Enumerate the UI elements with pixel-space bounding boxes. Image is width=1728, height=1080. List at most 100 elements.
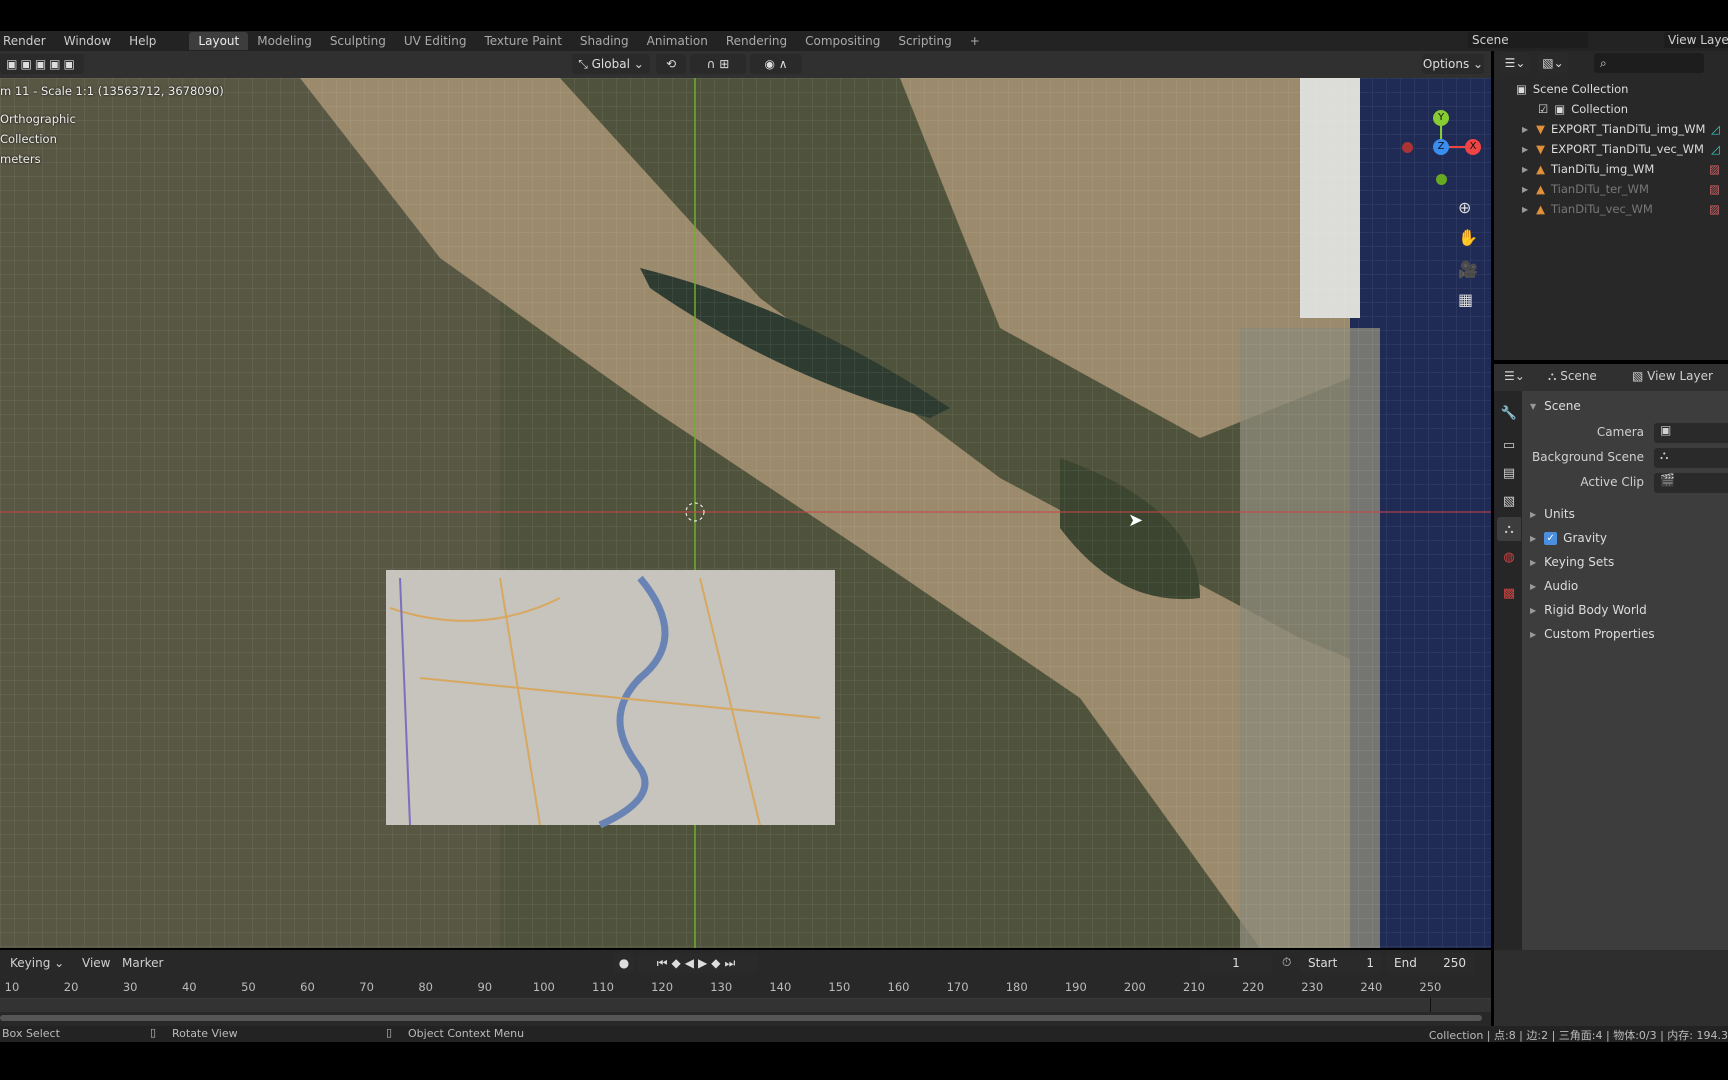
stopwatch-icon[interactable]: ⏱	[1282, 955, 1291, 970]
frame-tick-label: 80	[418, 980, 434, 994]
viewport-header: ▣▣▣▣▣ ⤡ Global ⌄ ⟲ ∩ ⊞ ◉ ∧ Options ⌄	[0, 51, 1491, 78]
image-object-icon: ▲	[1536, 182, 1546, 196]
world-tab-icon[interactable]: ◍	[1497, 545, 1521, 569]
view-menu[interactable]: View	[82, 956, 110, 970]
expand-arrow-icon[interactable]: ▶	[1522, 145, 1528, 154]
menu-help[interactable]: Help	[120, 34, 165, 48]
panel-keying-sets[interactable]: ▶ Keying Sets	[1530, 551, 1614, 573]
clip-icon-field[interactable]: 🎬	[1654, 473, 1728, 493]
frame-tick-label: 220	[1242, 980, 1265, 994]
expand-arrow-icon[interactable]: ▶	[1522, 125, 1528, 134]
scene-tab-icon[interactable]: ⛬	[1497, 517, 1521, 541]
workspace-tab-compositing[interactable]: Compositing	[796, 32, 889, 50]
frame-tick-label: 120	[651, 980, 674, 994]
panel-rigid-body-world[interactable]: ▶ Rigid Body World	[1530, 599, 1647, 621]
workspace-tab-modeling[interactable]: Modeling	[248, 32, 321, 50]
view-layer-tab[interactable]: ▧ View Layer	[1632, 369, 1713, 383]
camera-icon-field[interactable]: ▣	[1654, 423, 1728, 443]
frame-tick-label: 30	[122, 980, 138, 994]
outliner-item[interactable]: ▶ ▼ EXPORT_TianDiTu_img_WM ◿	[1494, 119, 1728, 139]
options-dropdown[interactable]: Options ⌄	[1422, 54, 1484, 74]
workspace-tab-rendering[interactable]: Rendering	[717, 32, 796, 50]
zoom-icon[interactable]: ⊕	[1458, 198, 1471, 217]
current-frame-field[interactable]: 1	[1200, 953, 1272, 973]
timeline-scrollbar[interactable]	[0, 1015, 1482, 1021]
mesh-data-icon[interactable]: ◿	[1711, 122, 1720, 136]
texture-tab-icon[interactable]: ▩	[1497, 581, 1521, 605]
display-mode-dropdown[interactable]: ☰⌄	[1500, 53, 1530, 73]
workspace-tab-layout[interactable]: Layout	[189, 32, 249, 50]
scene-selector[interactable]: Scene	[1468, 32, 1588, 48]
checkbox-icon[interactable]: ☑	[1538, 102, 1548, 116]
record-button[interactable]: ●	[614, 953, 634, 973]
frame-tick-label: 90	[477, 980, 493, 994]
scene-panel-header[interactable]: ▼ Scene	[1530, 395, 1581, 417]
pivot-dropdown[interactable]: ⟲	[656, 54, 686, 74]
playback-controls[interactable]: ⏮◆◀▶◆⏭	[638, 953, 758, 973]
expand-arrow-icon[interactable]: ▶	[1522, 205, 1528, 214]
image-data-icon[interactable]: ▨	[1709, 162, 1720, 176]
menu-window[interactable]: Window	[55, 34, 120, 48]
render-tab-icon[interactable]: ▭	[1497, 433, 1521, 457]
image-data-icon[interactable]: ▨	[1709, 182, 1720, 196]
select-mode-buttons[interactable]: ▣▣▣▣▣	[0, 54, 84, 74]
workspace-tab--[interactable]: +	[961, 32, 989, 50]
tool-tab-icon[interactable]: 🔧	[1497, 401, 1521, 425]
collection-icon: ▣	[1554, 102, 1566, 116]
expand-arrow-icon[interactable]: ▶	[1522, 165, 1528, 174]
frame-tick-label: 210	[1183, 980, 1205, 994]
filter-dropdown[interactable]: ▧⌄	[1538, 53, 1568, 73]
outliner-item[interactable]: ▶ ▼ EXPORT_TianDiTu_vec_WM ◿	[1494, 139, 1728, 159]
outliner-collection[interactable]: ☑ ▣ Collection	[1494, 99, 1728, 119]
workspace-tab-sculpting[interactable]: Sculpting	[321, 32, 395, 50]
timeline: Keying ⌄ View Marker ● ⏮◆◀▶◆⏭ 1 ⏱ Start 1…	[0, 950, 1491, 1026]
view-layer-selector[interactable]: View Layer	[1664, 32, 1728, 48]
mesh-data-icon[interactable]: ◿	[1711, 142, 1720, 156]
panel-custom-properties[interactable]: ▶ Custom Properties	[1530, 623, 1655, 645]
marker-menu[interactable]: Marker	[122, 956, 163, 970]
outliner-item[interactable]: ▶ ▲ TianDiTu_img_WM ▨	[1494, 159, 1728, 179]
checkbox-icon[interactable]: ✓	[1544, 531, 1558, 545]
status-bar: Box Select ▯ Rotate View ▯ Object Contex…	[0, 1026, 1728, 1042]
end-frame-field[interactable]: End 250	[1386, 953, 1474, 973]
scene-tab[interactable]: ⛬ Scene	[1548, 369, 1597, 384]
panel-units[interactable]: ▶ Units	[1530, 503, 1575, 525]
camera-view-icon[interactable]: 🎥	[1458, 260, 1478, 279]
gizmo-y-axis[interactable]: Y	[1433, 110, 1449, 126]
grid-view-icon[interactable]: ▦	[1458, 290, 1473, 309]
gizmo-neg-y[interactable]	[1436, 174, 1447, 185]
frame-tick-label: 140	[769, 980, 792, 994]
scene-icon-field[interactable]: ⛬	[1654, 448, 1728, 468]
outliner-search[interactable]: ⌕	[1594, 53, 1704, 73]
menu-render[interactable]: Render	[0, 34, 55, 48]
outliner-scene-collection[interactable]: ▣ Scene Collection	[1494, 79, 1728, 99]
start-frame-field[interactable]: Start 1	[1300, 953, 1382, 973]
view-layer-tab-icon[interactable]: ▧	[1497, 489, 1521, 513]
workspace-tab-shading[interactable]: Shading	[571, 32, 638, 50]
workspace-tab-uv-editing[interactable]: UV Editing	[395, 32, 476, 50]
frame-tick-label: 10	[4, 980, 20, 994]
workspace-tab-scripting[interactable]: Scripting	[889, 32, 960, 50]
pan-hand-icon[interactable]: ✋	[1458, 228, 1478, 247]
gizmo-neg-x[interactable]	[1402, 142, 1413, 153]
keying-dropdown[interactable]: Keying ⌄	[10, 956, 64, 970]
panel-audio[interactable]: ▶ Audio	[1530, 575, 1578, 597]
proportional-edit-toggle[interactable]: ◉ ∧	[750, 54, 802, 74]
output-tab-icon[interactable]: ▤	[1497, 461, 1521, 485]
image-data-icon[interactable]: ▨	[1709, 202, 1720, 216]
navigation-gizmo[interactable]: Y Z X	[1400, 108, 1481, 188]
snap-toggle[interactable]: ∩ ⊞	[690, 54, 746, 74]
panel-gravity[interactable]: ▶ ✓ Gravity	[1530, 527, 1607, 549]
outliner-item[interactable]: ▶ ▲ TianDiTu_vec_WM ▨	[1494, 199, 1728, 219]
properties-header: ☰⌄ ⛬ Scene ▧ View Layer	[1494, 364, 1728, 391]
3d-viewport[interactable]: m 11 - Scale 1:1 (13563712, 3678090) Ort…	[0, 78, 1491, 948]
transform-orientation-dropdown[interactable]: ⤡ Global ⌄	[572, 54, 650, 74]
editor-type-dropdown[interactable]: ☰⌄	[1504, 369, 1525, 383]
outliner-item[interactable]: ▶ ▲ TianDiTu_ter_WM ▨	[1494, 179, 1728, 199]
gizmo-x-axis[interactable]: X	[1465, 139, 1481, 155]
workspace-tab-texture-paint[interactable]: Texture Paint	[475, 32, 570, 50]
timeline-track[interactable]	[0, 998, 1491, 1012]
expand-arrow-icon[interactable]: ▶	[1522, 185, 1528, 194]
workspace-tab-animation[interactable]: Animation	[638, 32, 717, 50]
gizmo-z-axis[interactable]: Z	[1433, 139, 1449, 155]
